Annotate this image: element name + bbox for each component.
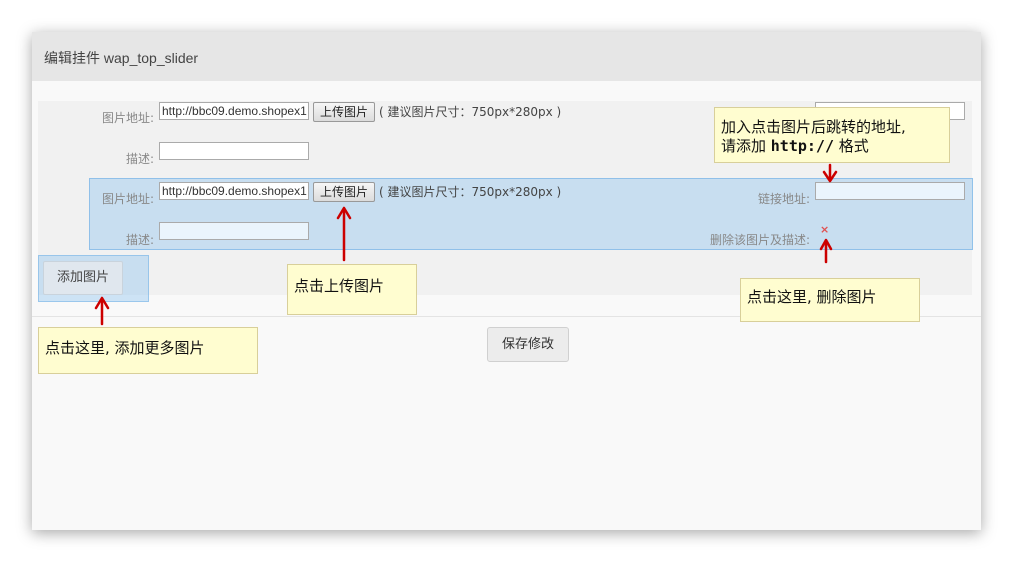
arrow-to-link [822,163,838,183]
arrow-to-delete [819,238,833,264]
arrow-to-add [94,296,110,326]
arrow-to-upload [336,206,352,262]
annotation-arrows [94,163,838,326]
